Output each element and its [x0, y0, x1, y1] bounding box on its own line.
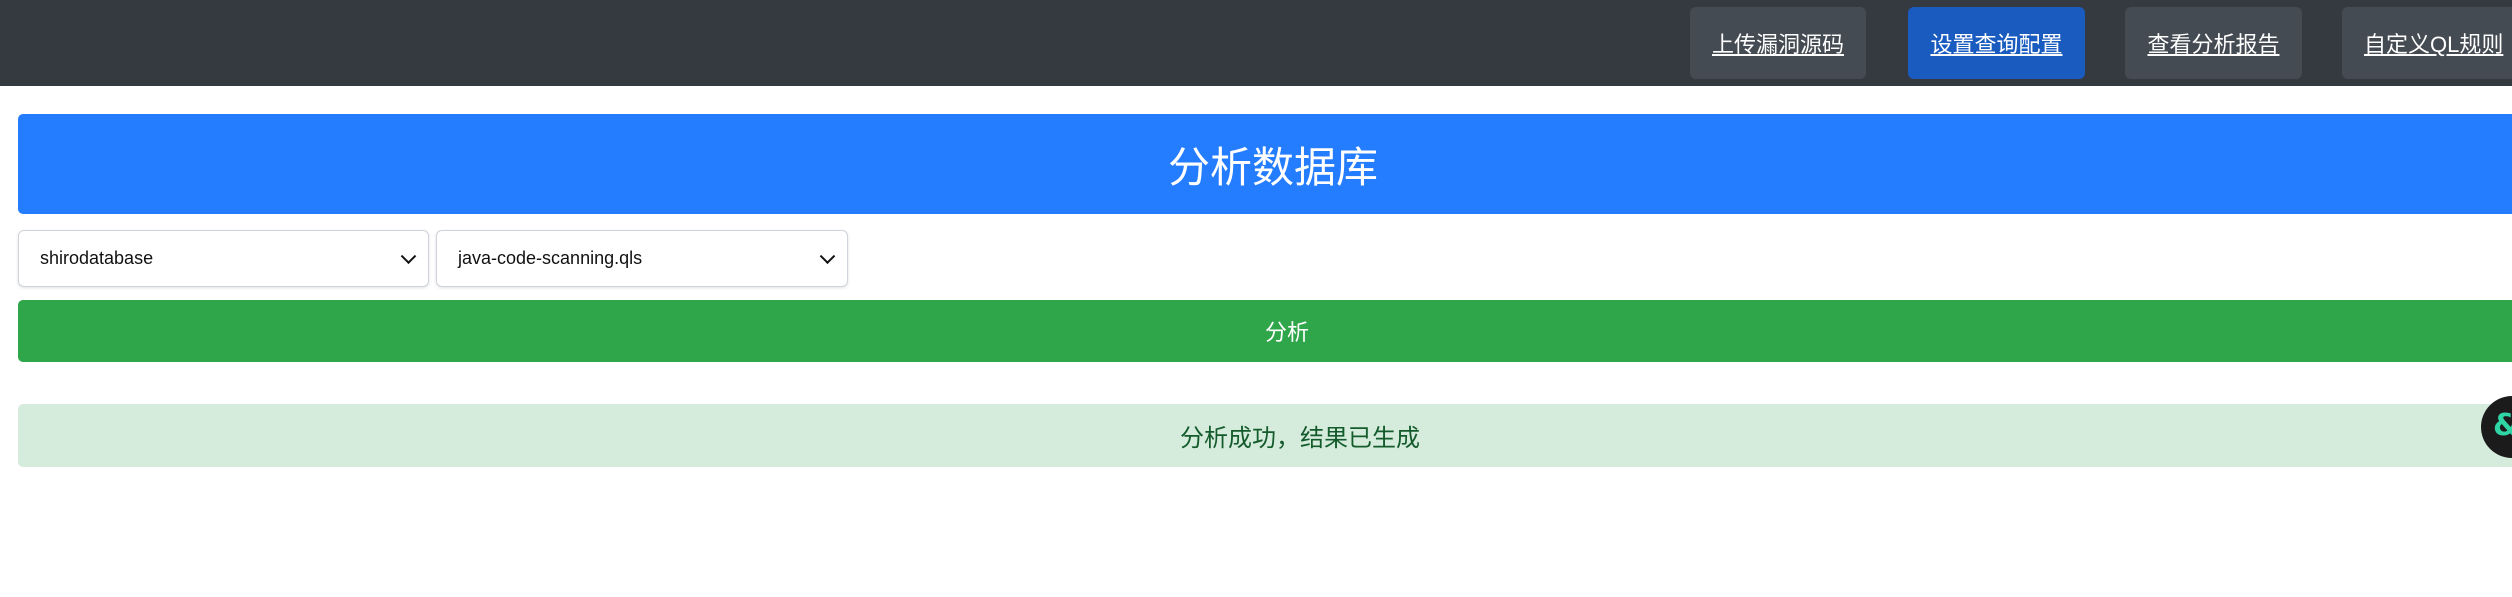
query-suite-select-value: java-code-scanning.qls	[458, 248, 643, 268]
floating-assistant-icon: &	[2493, 408, 2512, 443]
page-title: 分析数据库	[1168, 143, 1379, 191]
page-title-banner: 分析数据库	[18, 114, 2512, 214]
nav-query-config-button[interactable]: 设置查询配置	[1908, 7, 2085, 79]
query-suite-select[interactable]: java-code-scanning.qls	[436, 230, 848, 287]
nav-custom-ql-button[interactable]: 自定义QL规则	[2342, 7, 2512, 79]
alert-message: 分析成功，结果已生成	[1180, 425, 1420, 452]
chevron-down-icon	[819, 247, 836, 264]
chevron-down-icon	[400, 247, 417, 264]
success-alert: 分析成功，结果已生成	[18, 404, 2512, 467]
nav-view-report-button[interactable]: 查看分析报告	[2125, 7, 2302, 79]
analyze-button-label: 分析	[1265, 320, 1310, 345]
analyze-button[interactable]: 分析	[18, 300, 2512, 362]
database-select-value: shirodatabase	[40, 248, 154, 268]
top-navbar: 上传漏洞源码 设置查询配置 查看分析报告 自定义QL规则	[0, 0, 2512, 86]
nav-upload-source-button[interactable]: 上传漏洞源码	[1690, 7, 1866, 79]
database-select[interactable]: shirodatabase	[18, 230, 429, 287]
